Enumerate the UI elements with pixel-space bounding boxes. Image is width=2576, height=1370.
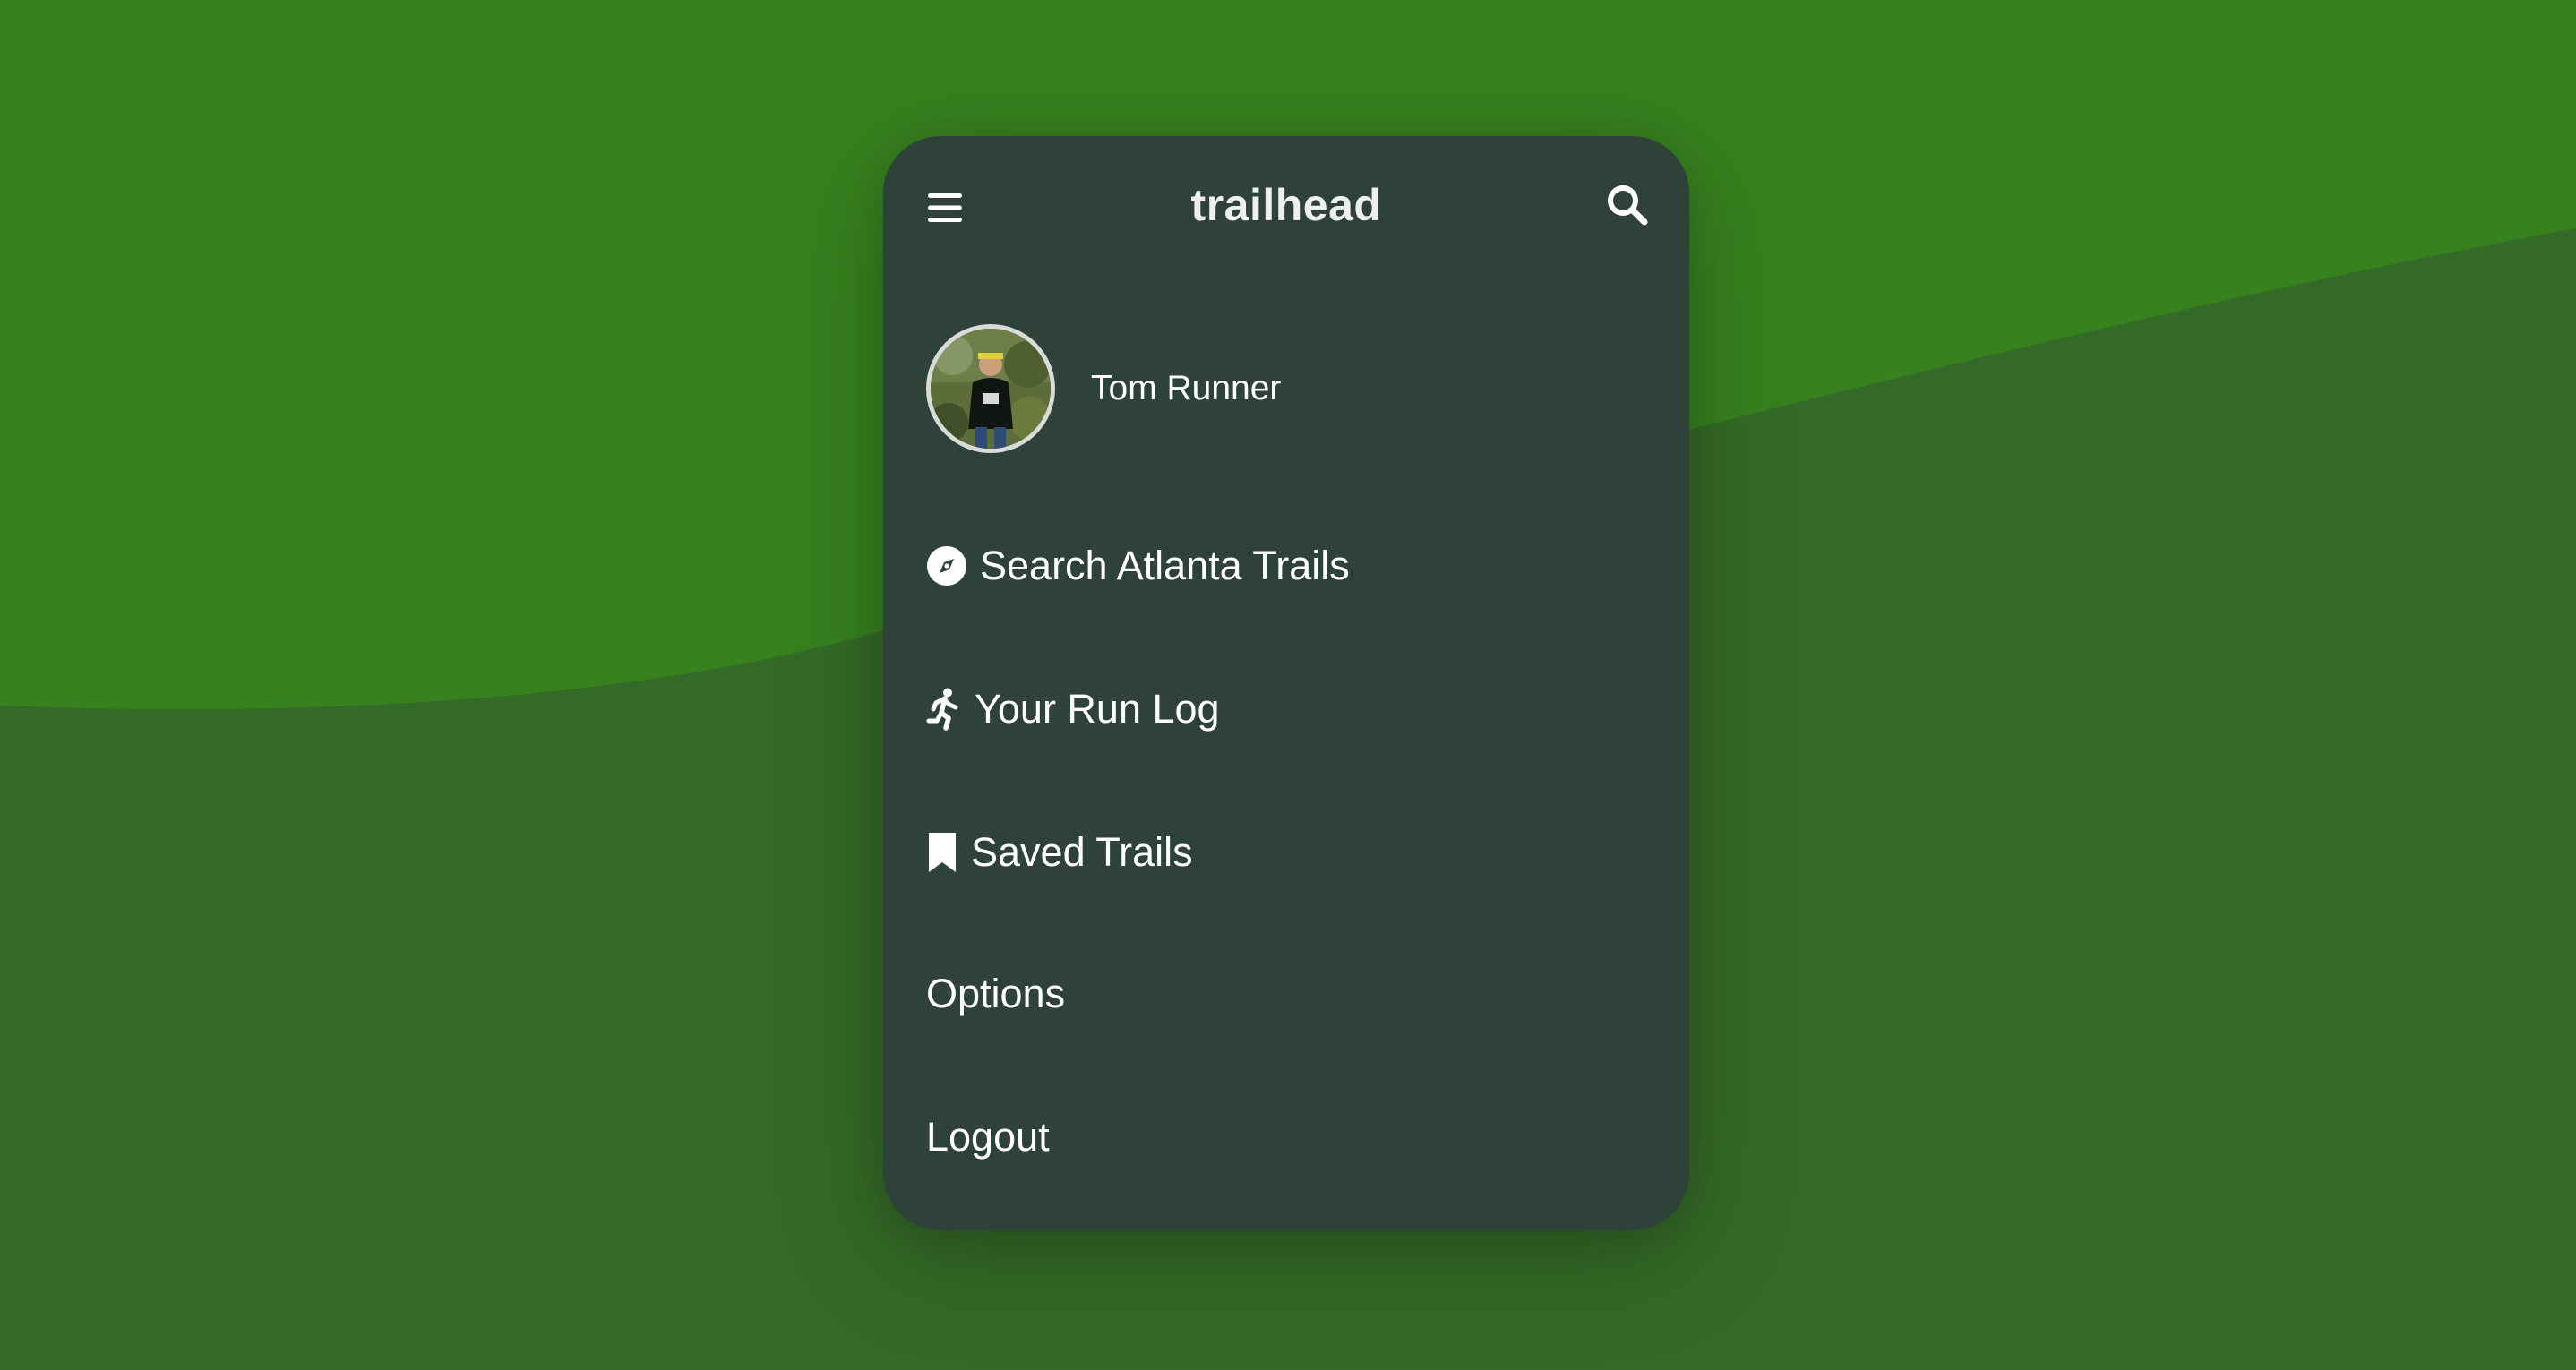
navigation-drawer: trailhead Tom Runner Search Atlanta Trai… xyxy=(883,136,1689,1230)
app-title: trailhead xyxy=(1190,180,1382,230)
menu-item-saved-trails[interactable]: Saved Trails xyxy=(926,817,1193,888)
menu-item-label: Your Run Log xyxy=(975,686,1220,732)
menu-item-label: Logout xyxy=(926,1114,1050,1160)
avatar xyxy=(926,324,1055,453)
menu-item-your-run-log[interactable]: Your Run Log xyxy=(926,673,1220,745)
running-person-icon xyxy=(926,688,962,731)
drawer-header: trailhead xyxy=(883,136,1689,276)
profile-name: Tom Runner xyxy=(1091,369,1282,407)
menu-item-options[interactable]: Options xyxy=(926,958,1065,1030)
menu-item-label: Saved Trails xyxy=(971,829,1193,875)
bookmark-icon xyxy=(926,831,958,874)
menu-item-logout[interactable]: Logout xyxy=(926,1101,1050,1173)
user-profile[interactable]: Tom Runner xyxy=(926,324,1281,453)
compass-icon xyxy=(926,545,967,587)
search-icon[interactable] xyxy=(1605,183,1650,227)
menu-item-search-atlanta-trails[interactable]: Search Atlanta Trails xyxy=(926,530,1350,602)
menu-item-label: Search Atlanta Trails xyxy=(980,543,1350,588)
menu-item-label: Options xyxy=(926,971,1066,1016)
background: trailhead Tom Runner Search Atlanta Trai… xyxy=(0,0,2576,1370)
